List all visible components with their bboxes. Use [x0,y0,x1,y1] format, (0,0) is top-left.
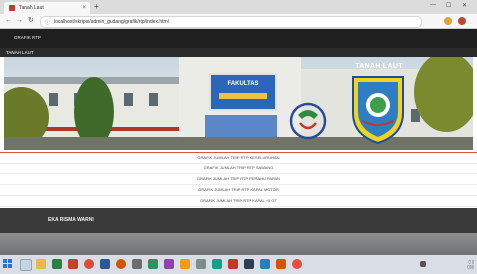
menu-item-kapal-5gt[interactable]: GRAFIK JUMLAH TRIP RTP KAPAL >5 GT [0,196,477,207]
university-logo [289,102,327,140]
url-text: localhost/skripsi/admin_gudang/grafik/rt… [54,19,169,25]
tab-close-icon[interactable]: × [82,5,86,11]
app-icon-17[interactable] [292,259,302,269]
app-icon-7[interactable] [132,259,142,269]
favicon-icon [9,5,15,11]
browser-tab[interactable]: Tanah Laut × [4,2,90,14]
page-footer: EKA RISMA WARNI [0,208,477,233]
file-explorer-icon[interactable] [36,259,46,269]
maximize-button[interactable]: ☐ [446,2,451,9]
app-icon-11[interactable] [196,259,206,269]
app-icon-14[interactable] [244,259,254,269]
tab-title: Tanah Laut [19,5,44,11]
extension-icon[interactable] [444,17,452,25]
page-bottom-background [0,233,477,255]
close-window-button[interactable]: ✕ [462,2,467,9]
faculty-sign: FAKULTAS [209,73,277,111]
forward-icon[interactable]: → [16,17,23,25]
info-icon: ⓘ [45,19,51,26]
firefox-icon[interactable] [116,259,126,269]
volume-icon[interactable] [420,261,426,267]
app-icon-8[interactable] [148,259,158,269]
reload-icon[interactable]: ↻ [28,17,34,25]
app-icon-10[interactable] [180,259,190,269]
start-button[interactable] [3,259,13,269]
app-icon-15[interactable] [260,259,270,269]
system-clock[interactable]: ▯ ▯ ▯▯▯ [440,259,474,269]
app-icon-12[interactable] [212,259,222,269]
sub-navbar: TANAH LAUT [0,48,477,57]
app-icon-16[interactable] [276,259,286,269]
app-icon-9[interactable] [164,259,174,269]
address-bar: ← → ↻ ⓘ localhost/skripsi/admin_gudang/g… [0,14,477,29]
menu-item-kapal-motor[interactable]: GRAFIK JUMLAH TRIP RTP KAPAL MOTOR [0,185,477,196]
profile-icon[interactable] [458,17,466,25]
browser-tab-strip: Tanah Laut × + — ☐ ✕ [0,0,477,14]
word-icon[interactable] [100,259,110,269]
grafik-menu-list: GRAFIK JUMLAH TRIP RTP KESELURUHAN GRAFI… [0,152,477,210]
back-icon[interactable]: ← [5,17,12,25]
minimize-button[interactable]: — [430,2,436,8]
excel-icon[interactable] [52,259,62,269]
web-page: GRAFIK RTP TANAH LAUT FAKULTAS TANAH LAU… [0,29,477,255]
taskbar: ▯ ▯ ▯▯▯ [0,255,477,274]
nav-link-grafik[interactable]: GRAFIK RTP [14,35,41,40]
menu-item-perahu-papan[interactable]: GRAFIK JUMLAH TRIP RTP PERAHU PAPAN [0,174,477,185]
top-navbar: GRAFIK RTP [0,29,477,48]
app-icon-13[interactable] [228,259,238,269]
regency-crest-logo [352,76,404,145]
footer-author-name: EKA RISMA WARNI [48,217,94,223]
powerpoint-icon[interactable] [68,259,78,269]
header-banner-image: FAKULTAS TANAH LAUT [4,57,473,150]
new-tab-button[interactable]: + [94,3,99,11]
brand-link[interactable]: TANAH LAUT [6,50,34,55]
chrome-icon[interactable] [84,259,94,269]
url-field[interactable]: ⓘ localhost/skripsi/admin_gudang/grafik/… [40,16,422,28]
search-icon[interactable] [20,259,32,271]
menu-item-sawang[interactable]: GRAFIK JUMLAH TRIP RTP SAWANG [0,163,477,174]
